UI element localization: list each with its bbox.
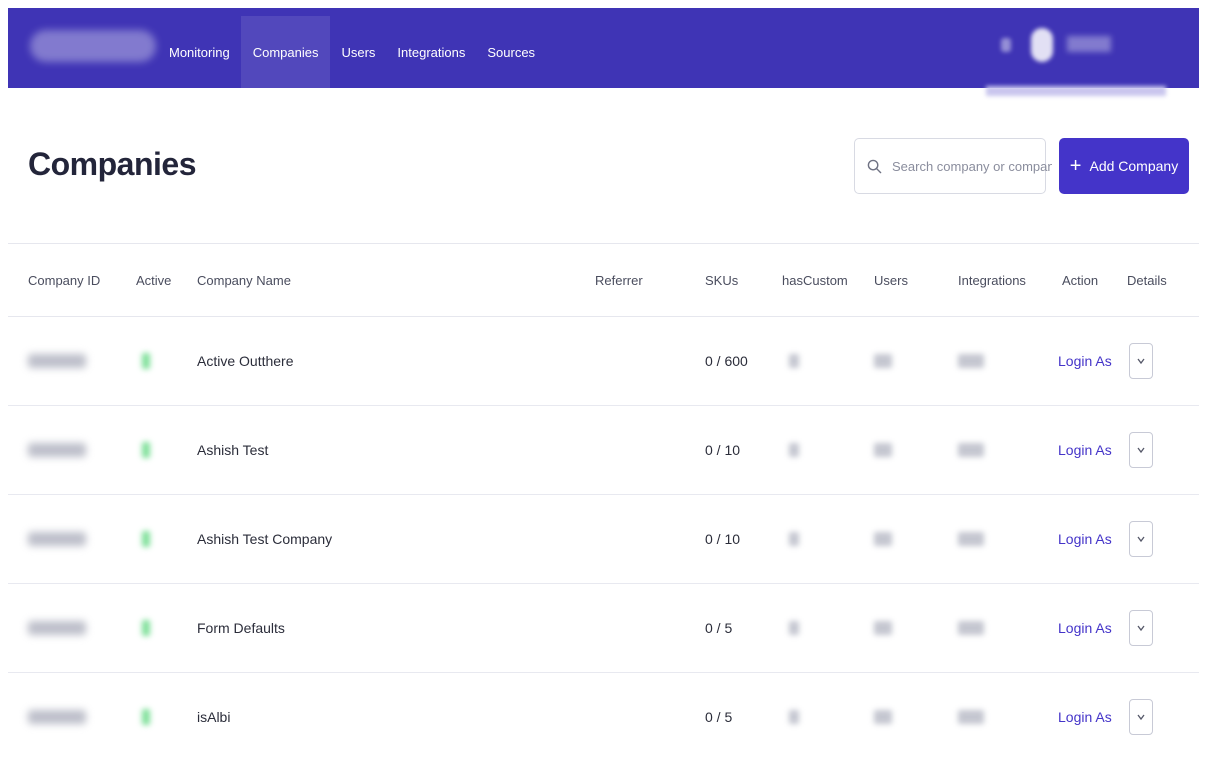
- column-header-skus[interactable]: SKUs: [705, 244, 738, 316]
- table-row: Ashish Test Company 0 / 10 Login As: [8, 495, 1199, 584]
- companies-table: Company ID Active Company Name Referrer …: [8, 243, 1199, 762]
- login-as-link[interactable]: Login As: [1058, 709, 1112, 725]
- users-redacted: [874, 710, 892, 724]
- nav-item-users[interactable]: Users: [330, 16, 386, 88]
- hascustom-redacted: [789, 710, 799, 724]
- active-indicator: [142, 531, 150, 547]
- users-redacted: [874, 621, 892, 635]
- active-indicator: [142, 620, 150, 636]
- company-id-redacted: [28, 621, 86, 635]
- hascustom-redacted: [789, 621, 799, 635]
- redacted-strip: [986, 86, 1166, 96]
- users-redacted: [874, 354, 892, 368]
- details-toggle-button[interactable]: [1129, 610, 1153, 646]
- search-icon: [867, 159, 882, 173]
- active-indicator: [142, 353, 150, 369]
- column-header-details: Details: [1127, 272, 1167, 288]
- nav-item-companies[interactable]: Companies: [240, 16, 331, 88]
- search-box[interactable]: [854, 138, 1054, 194]
- login-as-link[interactable]: Login As: [1058, 531, 1112, 547]
- active-indicator: [142, 709, 150, 725]
- skus-value: 0 / 10: [705, 442, 741, 458]
- nav-item-monitoring[interactable]: Monitoring: [158, 16, 241, 88]
- add-company-button[interactable]: + Add Company: [1059, 138, 1189, 194]
- search-input[interactable]: [890, 157, 1054, 175]
- nav-item-integrations[interactable]: Integrations: [386, 16, 476, 88]
- add-company-label: Add Company: [1089, 158, 1179, 174]
- company-id-redacted: [28, 354, 86, 368]
- column-header-action: Action: [1062, 272, 1099, 288]
- login-as-link[interactable]: Login As: [1058, 620, 1112, 636]
- table-row: isAlbi 0 / 5 Login As: [8, 673, 1199, 762]
- company-name: Form Defaults: [197, 620, 285, 636]
- active-indicator: [142, 442, 150, 458]
- page-title: Companies: [28, 146, 196, 182]
- hascustom-redacted: [789, 532, 799, 546]
- column-header-users[interactable]: Users: [874, 244, 908, 316]
- column-header-integrations[interactable]: Integrations: [958, 244, 1026, 316]
- column-header-active[interactable]: Active: [136, 244, 171, 316]
- hascustom-redacted: [789, 354, 799, 368]
- login-as-link[interactable]: Login As: [1058, 353, 1112, 369]
- chevron-down-icon: [1137, 536, 1145, 543]
- brand-logo[interactable]: [30, 30, 156, 62]
- company-name: isAlbi: [197, 709, 231, 725]
- company-id-redacted: [28, 443, 86, 457]
- user-menu[interactable]: [1001, 26, 1131, 66]
- chevron-down-icon: [1137, 358, 1145, 365]
- table-row: Form Defaults 0 / 5 Login As: [8, 584, 1199, 673]
- company-name: Ashish Test Company: [197, 531, 333, 547]
- main-nav: Monitoring Companies Users Integrations …: [158, 16, 546, 88]
- table-header: Company ID Active Company Name Referrer …: [8, 243, 1199, 317]
- integrations-redacted: [958, 532, 984, 546]
- details-toggle-button[interactable]: [1129, 343, 1153, 379]
- table-row: Active Outthere 0 / 600 Login As: [8, 317, 1199, 406]
- avatar[interactable]: [1031, 28, 1053, 62]
- skus-value: 0 / 5: [705, 620, 733, 636]
- company-id-redacted: [28, 710, 86, 724]
- notification-icon[interactable]: [1001, 38, 1011, 52]
- integrations-redacted: [958, 443, 984, 457]
- skus-value: 0 / 10: [705, 531, 741, 547]
- column-header-hascustom[interactable]: hasCustom: [782, 244, 848, 316]
- chevron-down-icon: [1137, 714, 1145, 721]
- company-id-redacted: [28, 532, 86, 546]
- company-name: Active Outthere: [197, 353, 294, 369]
- nav-item-sources[interactable]: Sources: [476, 16, 546, 88]
- integrations-redacted: [958, 354, 984, 368]
- chevron-down-icon: [1137, 447, 1145, 454]
- column-header-referrer[interactable]: Referrer: [595, 244, 643, 316]
- details-toggle-button[interactable]: [1129, 521, 1153, 557]
- details-toggle-button[interactable]: [1129, 699, 1153, 735]
- skus-value: 0 / 600: [705, 353, 748, 369]
- users-redacted: [874, 532, 892, 546]
- integrations-redacted: [958, 621, 984, 635]
- chevron-down-icon: [1137, 625, 1145, 632]
- user-name-redacted: [1067, 36, 1111, 52]
- users-redacted: [874, 443, 892, 457]
- table-row: Ashish Test 0 / 10 Login As: [8, 406, 1199, 495]
- top-navigation-bar: Monitoring Companies Users Integrations …: [8, 8, 1199, 88]
- column-header-company-name[interactable]: Company Name: [197, 244, 291, 316]
- login-as-link[interactable]: Login As: [1058, 442, 1112, 458]
- integrations-redacted: [958, 710, 984, 724]
- plus-icon: +: [1069, 155, 1082, 177]
- company-name: Ashish Test: [197, 442, 269, 458]
- skus-value: 0 / 5: [705, 709, 733, 725]
- hascustom-redacted: [789, 443, 799, 457]
- details-toggle-button[interactable]: [1129, 432, 1153, 468]
- column-header-company-id[interactable]: Company ID: [28, 244, 100, 316]
